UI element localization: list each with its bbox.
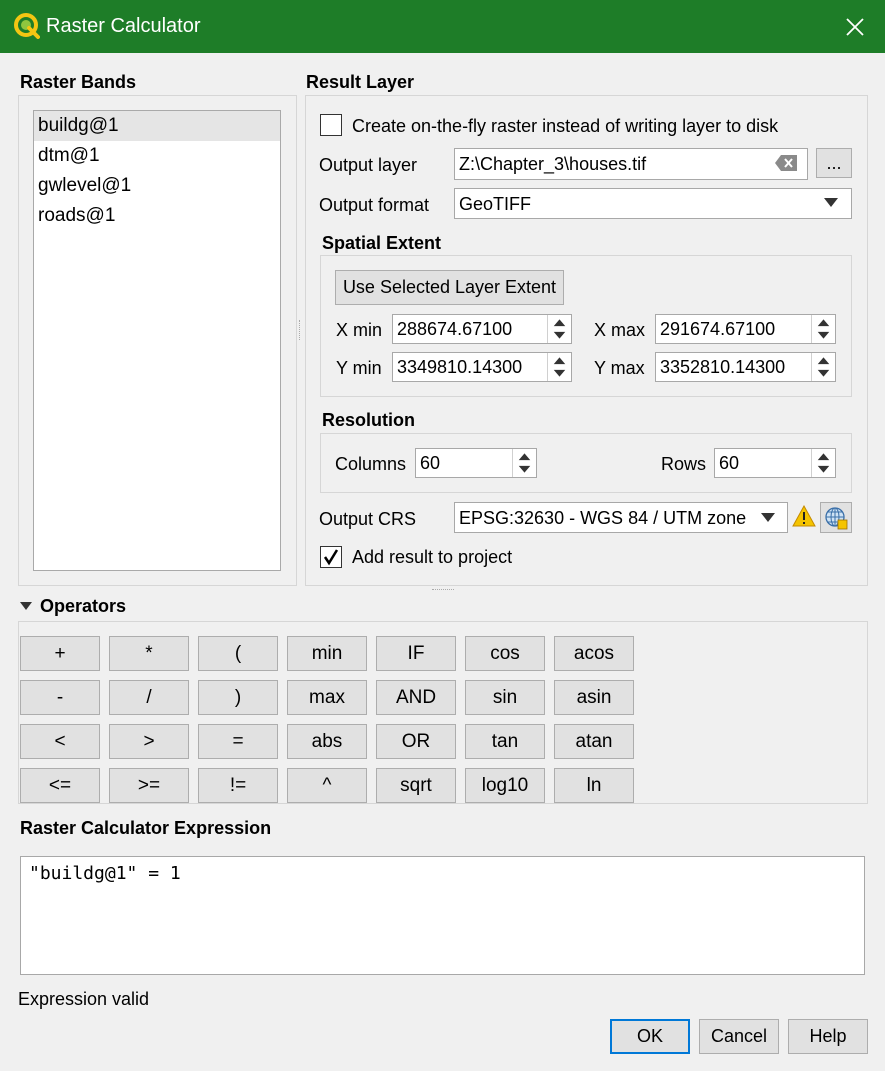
- output-format-label: Output format: [319, 195, 430, 215]
- operator-less-equal-button[interactable]: <=: [20, 768, 100, 803]
- select-crs-button[interactable]: [820, 502, 852, 533]
- operator-multiply-button[interactable]: *: [109, 636, 189, 671]
- operator-cos-button[interactable]: cos: [465, 636, 545, 671]
- operator-abs-button[interactable]: abs: [287, 724, 367, 759]
- band-item-gwlevel[interactable]: gwlevel@1: [34, 171, 280, 201]
- operator-if-button[interactable]: IF: [376, 636, 456, 671]
- operator-max-button[interactable]: max: [287, 680, 367, 715]
- clear-text-icon[interactable]: [775, 155, 797, 171]
- browse-button[interactable]: ...: [816, 148, 852, 178]
- operator-minus-button[interactable]: -: [20, 680, 100, 715]
- band-item-dtm[interactable]: dtm@1: [34, 141, 280, 171]
- operator-close-paren-button[interactable]: ): [198, 680, 278, 715]
- spin-arrows-icon[interactable]: [811, 353, 835, 381]
- rows-label: Rows: [661, 454, 707, 474]
- rows-spinbox[interactable]: 60: [714, 448, 836, 478]
- collapse-triangle-icon[interactable]: [20, 602, 32, 611]
- spin-arrows-icon[interactable]: [547, 315, 571, 343]
- ymin-value: 3349810.14300: [397, 357, 523, 377]
- output-format-value: GeoTIFF: [459, 194, 532, 214]
- cancel-button[interactable]: Cancel: [699, 1019, 779, 1054]
- ymin-spinbox[interactable]: 3349810.14300: [392, 352, 572, 382]
- operator-less-than-button[interactable]: <: [20, 724, 100, 759]
- xmin-label: X min: [336, 320, 383, 340]
- check-icon: [323, 549, 339, 566]
- output-layer-input[interactable]: Z:\Chapter_3\houses.tif: [454, 148, 808, 180]
- ymax-spinbox[interactable]: 3352810.14300: [655, 352, 836, 382]
- resolution-heading: Resolution: [322, 410, 415, 430]
- xmax-label: X max: [594, 320, 646, 340]
- globe-icon: [825, 506, 848, 529]
- output-layer-label: Output layer: [319, 155, 418, 175]
- rows-value: 60: [719, 453, 740, 473]
- band-item-roads[interactable]: roads@1: [34, 201, 280, 231]
- output-layer-value: Z:\Chapter_3\houses.tif: [459, 154, 647, 174]
- ymax-label: Y max: [594, 358, 645, 378]
- operator-atan-button[interactable]: atan: [554, 724, 634, 759]
- add-result-checkbox[interactable]: [320, 546, 342, 568]
- xmax-spinbox[interactable]: 291674.67100: [655, 314, 836, 344]
- window-title: Raster Calculator: [46, 15, 201, 37]
- columns-value: 60: [420, 453, 441, 473]
- spin-arrows-icon[interactable]: [811, 449, 835, 477]
- ymin-label: Y min: [336, 358, 382, 378]
- raster-bands-list[interactable]: buildg@1 dtm@1 gwlevel@1 roads@1: [33, 110, 281, 571]
- band-item-buildg[interactable]: buildg@1: [34, 111, 280, 141]
- xmax-value: 291674.67100: [660, 319, 776, 339]
- qgis-logo-icon: [14, 13, 40, 39]
- expression-editor[interactable]: "buildg@1" = 1: [20, 856, 865, 975]
- xmin-value: 288674.67100: [397, 319, 513, 339]
- columns-spinbox[interactable]: 60: [415, 448, 537, 478]
- splitter-handle-horizontal[interactable]: [432, 589, 454, 591]
- warning-icon: [792, 505, 816, 527]
- operator-equals-button[interactable]: =: [198, 724, 278, 759]
- output-format-select[interactable]: GeoTIFF: [454, 188, 852, 219]
- spatial-extent-heading: Spatial Extent: [322, 233, 442, 253]
- operator-or-button[interactable]: OR: [376, 724, 456, 759]
- onthefly-checkbox[interactable]: [320, 114, 342, 136]
- chevron-down-icon: [824, 198, 838, 207]
- xmin-spinbox[interactable]: 288674.67100: [392, 314, 572, 344]
- expression-heading: Raster Calculator Expression: [20, 818, 272, 838]
- operator-greater-equal-button[interactable]: >=: [109, 768, 189, 803]
- operator-min-button[interactable]: min: [287, 636, 367, 671]
- close-button[interactable]: [835, 7, 875, 47]
- spin-arrows-icon[interactable]: [811, 315, 835, 343]
- operator-log10-button[interactable]: log10: [465, 768, 545, 803]
- expression-status: Expression valid: [18, 989, 150, 1009]
- output-crs-label: Output CRS: [319, 509, 417, 529]
- operator-power-button[interactable]: ^: [287, 768, 367, 803]
- operator-greater-than-button[interactable]: >: [109, 724, 189, 759]
- operator-asin-button[interactable]: asin: [554, 680, 634, 715]
- operator-plus-button[interactable]: +: [20, 636, 100, 671]
- output-crs-select[interactable]: EPSG:32630 - WGS 84 / UTM zone: [454, 502, 788, 533]
- operators-heading[interactable]: Operators: [40, 596, 126, 617]
- spin-arrows-icon[interactable]: [512, 449, 536, 477]
- raster-bands-heading: Raster Bands: [20, 72, 137, 92]
- chevron-down-icon: [761, 513, 775, 522]
- columns-label: Columns: [335, 454, 407, 474]
- splitter-handle[interactable]: [299, 320, 302, 340]
- operator-open-paren-button[interactable]: (: [198, 636, 278, 671]
- add-result-label: Add result to project: [352, 547, 513, 567]
- operator-and-button[interactable]: AND: [376, 680, 456, 715]
- operator-acos-button[interactable]: acos: [554, 636, 634, 671]
- operator-tan-button[interactable]: tan: [465, 724, 545, 759]
- ok-button[interactable]: OK: [610, 1019, 690, 1054]
- operator-sqrt-button[interactable]: sqrt: [376, 768, 456, 803]
- operator-divide-button[interactable]: /: [109, 680, 189, 715]
- spin-arrows-icon[interactable]: [547, 353, 571, 381]
- result-layer-heading: Result Layer: [306, 72, 415, 92]
- operator-ln-button[interactable]: ln: [554, 768, 634, 803]
- use-selected-extent-button[interactable]: Use Selected Layer Extent: [335, 270, 564, 305]
- onthefly-label: Create on-the-fly raster instead of writ…: [352, 116, 779, 136]
- operator-not-equal-button[interactable]: !=: [198, 768, 278, 803]
- ymax-value: 3352810.14300: [660, 357, 786, 377]
- close-icon: [846, 18, 864, 36]
- help-button[interactable]: Help: [788, 1019, 868, 1054]
- output-crs-value: EPSG:32630 - WGS 84 / UTM zone: [459, 508, 747, 528]
- operator-sin-button[interactable]: sin: [465, 680, 545, 715]
